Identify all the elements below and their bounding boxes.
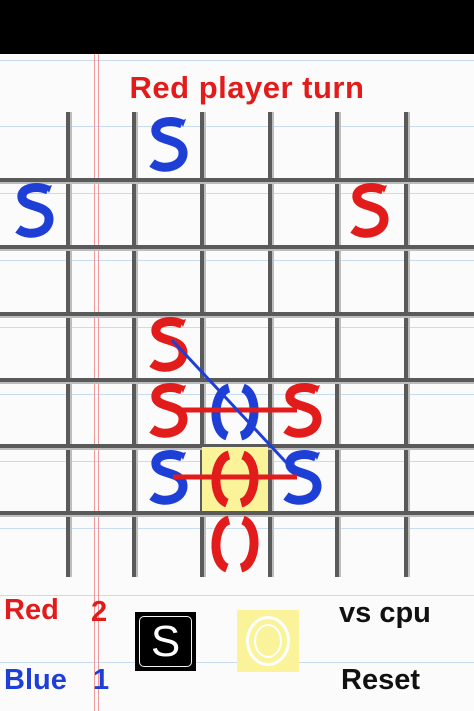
reset-button[interactable]: Reset xyxy=(341,664,420,697)
piece-s[interactable] xyxy=(149,317,188,372)
select-s-button[interactable]: S xyxy=(135,612,196,671)
grid-hline xyxy=(0,511,474,515)
blue-score-value: 1 xyxy=(93,664,110,696)
grid-hline xyxy=(0,312,474,316)
red-score-value: 2 xyxy=(91,596,108,628)
red-score-label: Red xyxy=(4,594,59,626)
grid-hline xyxy=(0,245,474,249)
select-o-button[interactable] xyxy=(237,610,299,672)
piece-s[interactable] xyxy=(350,183,389,238)
piece-o[interactable] xyxy=(211,515,259,573)
vs-cpu-button[interactable]: vs cpu xyxy=(339,597,431,630)
grid-hline xyxy=(0,178,474,182)
piece-s[interactable] xyxy=(149,117,188,172)
grid-hline xyxy=(0,378,474,382)
select-s-label: S xyxy=(139,616,192,667)
blue-score-label: Blue xyxy=(4,664,67,696)
piece-s[interactable] xyxy=(15,183,54,238)
o-glyph-icon xyxy=(246,616,290,666)
